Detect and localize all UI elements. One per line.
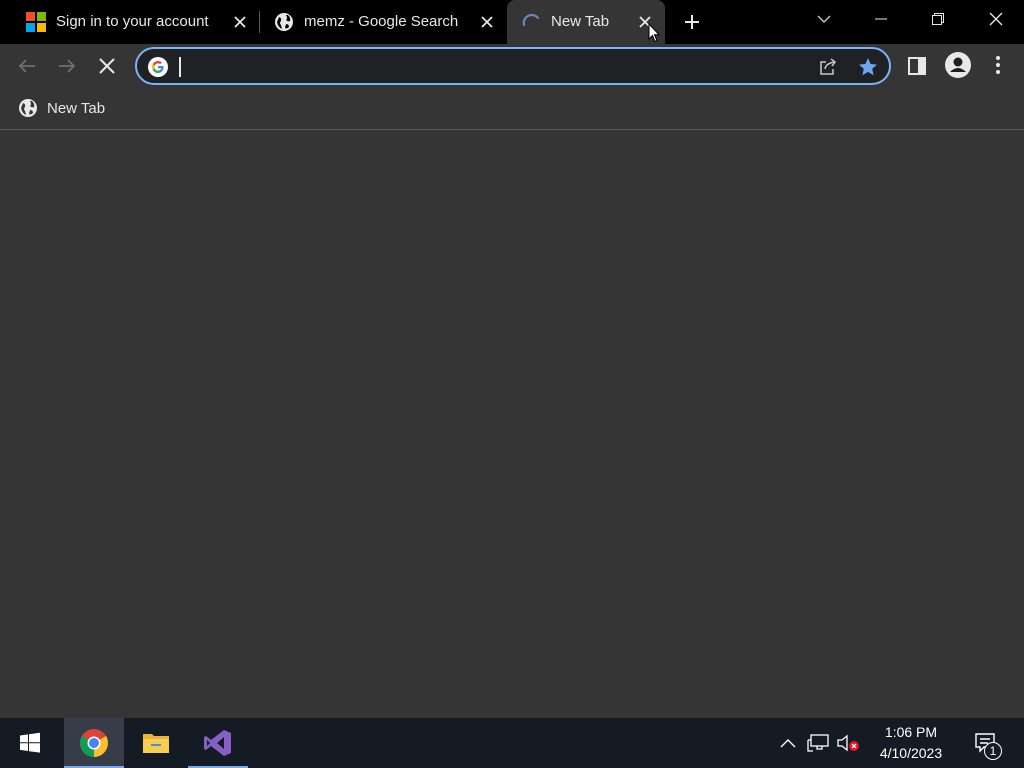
network-button[interactable] xyxy=(804,718,832,768)
taskbar-visual-studio[interactable] xyxy=(188,718,248,768)
volume-muted-icon xyxy=(837,734,859,752)
globe-icon xyxy=(18,98,38,118)
tab-google-search[interactable]: memz - Google Search xyxy=(262,0,504,44)
taskbar-chrome[interactable] xyxy=(64,718,124,768)
tab-close-icon[interactable] xyxy=(478,13,496,31)
address-bar[interactable] xyxy=(135,47,891,85)
tab-separator xyxy=(259,11,260,33)
clock-date: 4/10/2023 xyxy=(879,745,943,761)
network-icon xyxy=(807,734,829,752)
tab-search-icon xyxy=(817,15,831,23)
star-icon[interactable] xyxy=(857,56,879,78)
taskbar: 1:06 PM 4/10/2023 1 xyxy=(0,718,1024,768)
tab-new-tab[interactable]: New Tab xyxy=(507,0,665,44)
google-g-icon xyxy=(148,57,168,77)
restore-icon xyxy=(932,13,944,25)
clock-time: 1:06 PM xyxy=(884,724,938,740)
system-clock[interactable]: 1:06 PM 4/10/2023 xyxy=(868,718,954,768)
forward-arrow-icon xyxy=(59,59,76,73)
profile-icon[interactable] xyxy=(944,51,972,79)
volume-button[interactable] xyxy=(834,718,862,768)
text-caret xyxy=(179,57,181,77)
loading-spinner-icon xyxy=(521,11,541,31)
close-window-button[interactable] xyxy=(971,0,1021,38)
stop-icon xyxy=(99,58,115,74)
address-input[interactable] xyxy=(179,55,783,79)
start-button[interactable] xyxy=(0,718,60,768)
restore-button[interactable] xyxy=(913,0,963,38)
tab-title: Sign in to your account xyxy=(56,13,209,30)
back-button[interactable] xyxy=(11,50,43,82)
microsoft-logo-icon xyxy=(26,12,46,32)
minimize-icon xyxy=(875,18,887,20)
windows-start-icon xyxy=(20,732,40,753)
bookmarks-bar: New Tab xyxy=(0,88,1024,130)
tab-sign-in[interactable]: Sign in to your account xyxy=(16,0,258,44)
back-arrow-icon xyxy=(18,59,35,73)
share-icon[interactable] xyxy=(818,57,838,77)
chevron-up-icon xyxy=(780,739,796,748)
tab-search-button[interactable] xyxy=(799,0,849,38)
show-hidden-icons-button[interactable] xyxy=(776,718,800,768)
file-explorer-icon xyxy=(143,734,169,753)
notification-count: 1 xyxy=(989,744,997,758)
mouse-cursor-icon xyxy=(648,22,661,48)
page-content xyxy=(0,130,1024,717)
tab-title: memz - Google Search xyxy=(304,13,459,30)
forward-button[interactable] xyxy=(51,50,83,82)
kebab-menu-icon[interactable] xyxy=(988,54,1008,76)
close-icon xyxy=(989,12,1003,26)
taskbar-file-explorer[interactable] xyxy=(126,718,186,768)
tab-strip: Sign in to your account memz - Google Se… xyxy=(0,0,1024,44)
chrome-icon xyxy=(80,729,108,757)
notifications-button[interactable]: 1 xyxy=(966,718,1006,768)
plus-icon xyxy=(685,15,699,29)
bookmark-title: New Tab xyxy=(47,99,106,117)
side-panel-icon[interactable] xyxy=(906,55,928,77)
visual-studio-icon xyxy=(204,730,231,756)
globe-icon xyxy=(274,12,294,32)
stop-button[interactable] xyxy=(91,50,123,82)
minimize-button[interactable] xyxy=(856,0,906,38)
bookmark-new-tab[interactable]: New Tab xyxy=(12,94,111,122)
tab-close-icon[interactable] xyxy=(231,13,249,31)
new-tab-button[interactable] xyxy=(678,8,706,36)
tab-title: New Tab xyxy=(551,13,610,30)
notification-count-badge: 1 xyxy=(984,742,1002,760)
